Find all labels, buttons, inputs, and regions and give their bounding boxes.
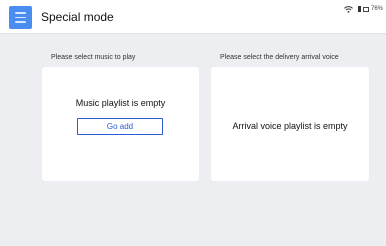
menu-icon-line [15, 16, 26, 19]
voice-section-label: Please select the delivery arrival voice [220, 54, 339, 61]
battery-text: 76% [370, 6, 383, 12]
special-mode-screen: Special mode 76% Please select music to … [0, 0, 386, 246]
voice-empty-message: Arrival voice playlist is empty [232, 121, 348, 131]
music-playlist-card: Music playlist is empty Go add [42, 67, 199, 181]
wifi-icon [344, 5, 353, 13]
go-add-button[interactable]: Go add [77, 118, 163, 135]
status-bar: 76% [344, 3, 383, 15]
menu-icon-line [15, 21, 26, 23]
menu-button[interactable] [9, 6, 32, 29]
battery-indicator: 76% [357, 6, 383, 12]
menu-icon [15, 12, 26, 14]
header-bar: Special mode 76% [0, 0, 386, 34]
signal-icon [357, 6, 361, 12]
music-empty-message: Music playlist is empty [75, 98, 166, 108]
voice-playlist-card: Arrival voice playlist is empty [211, 67, 369, 181]
page-title: Special mode [41, 10, 114, 24]
battery-icon [362, 6, 369, 12]
music-section-label: Please select music to play [51, 54, 136, 61]
